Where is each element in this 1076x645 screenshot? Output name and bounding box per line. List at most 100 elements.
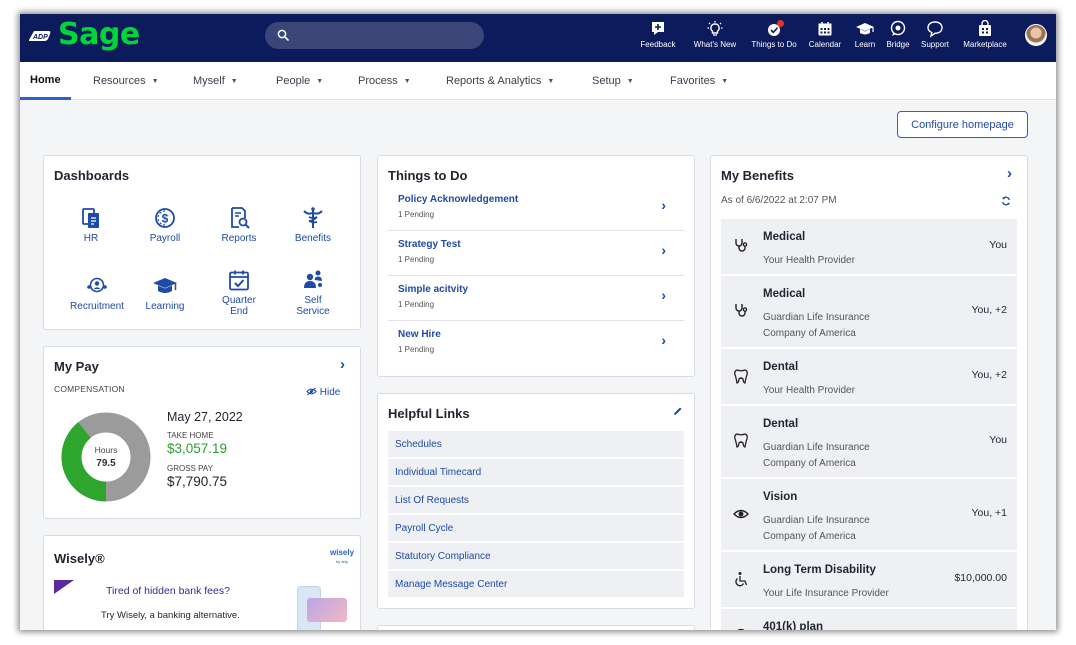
nav-reports-analytics[interactable]: Reports & Analytics ▼ bbox=[446, 62, 554, 100]
wisely-brand-triangle-icon bbox=[54, 580, 74, 594]
notification-badge bbox=[777, 20, 784, 27]
helpful-link[interactable]: Manage Message Center bbox=[388, 571, 684, 597]
things-to-do-title: Things to Do bbox=[388, 168, 468, 183]
benefit-item[interactable]: Dental Guardian Life Insurance Company o… bbox=[721, 406, 1017, 477]
edit-pencil-icon[interactable] bbox=[672, 406, 683, 417]
gross-pay-label: GROSS PAY bbox=[167, 464, 213, 473]
support-chat-icon bbox=[927, 21, 943, 38]
learn-button[interactable]: Learn bbox=[850, 18, 880, 58]
benefit-item[interactable]: Vision Guardian Life Insurance Company o… bbox=[721, 479, 1017, 550]
stethoscope-icon bbox=[735, 304, 748, 317]
dashboard-tile-payroll[interactable]: $ Payroll bbox=[127, 206, 203, 244]
chevron-right-icon[interactable]: › bbox=[340, 356, 345, 373]
marketplace-icon bbox=[979, 20, 991, 36]
wisely-headline[interactable]: Tired of hidden bank fees? bbox=[106, 585, 230, 597]
chevron-down-icon: ▼ bbox=[721, 77, 729, 85]
reports-magnifier-icon bbox=[231, 207, 250, 229]
helpful-link[interactable]: Payroll Cycle bbox=[388, 515, 684, 541]
helpful-link[interactable]: Schedules bbox=[388, 431, 684, 457]
wisely-body: Try Wisely, a banking alternative. bbox=[101, 610, 240, 621]
dashboard-tile-recruitment[interactable]: Recruitment bbox=[59, 274, 135, 312]
nav-process[interactable]: Process ▼ bbox=[358, 62, 411, 100]
user-avatar[interactable] bbox=[1025, 24, 1047, 46]
chevron-down-icon: ▼ bbox=[316, 77, 324, 85]
wisely-card-illustration bbox=[297, 586, 347, 630]
benefit-item[interactable]: Medical Guardian Life Insurance Company … bbox=[721, 276, 1017, 347]
dashboards-title: Dashboards bbox=[54, 168, 130, 183]
dashboard-tile-quarter-end[interactable]: Quarter End bbox=[201, 268, 277, 317]
chevron-down-icon: ▼ bbox=[547, 77, 555, 85]
whats-new-button[interactable]: What's New bbox=[692, 18, 738, 58]
chevron-down-icon: ▼ bbox=[230, 77, 238, 85]
dashboards-card: Dashboards HR $ Payroll Reports Benefits… bbox=[43, 155, 361, 330]
my-benefits-title: My Benefits bbox=[721, 168, 794, 183]
gross-pay-amount: $7,790.75 bbox=[167, 474, 228, 489]
todo-item[interactable]: Policy Acknowledgement 1 Pending › bbox=[388, 186, 684, 231]
feedback-icon bbox=[652, 22, 664, 35]
dashboard-tile-learning[interactable]: Learning bbox=[127, 274, 203, 312]
marketplace-button[interactable]: Marketplace bbox=[960, 18, 1010, 58]
helpful-link[interactable]: Individual Timecard bbox=[388, 459, 684, 485]
adp-logo[interactable]: ADP bbox=[26, 28, 52, 44]
chevron-right-icon: › bbox=[661, 287, 666, 303]
helpful-links-card: Helpful Links Schedules Individual Timec… bbox=[377, 393, 695, 609]
payroll-coin-icon: $ bbox=[155, 208, 175, 228]
take-home-amount: $3,057.19 bbox=[167, 441, 228, 456]
stethoscope-icon bbox=[735, 239, 748, 252]
helpful-link[interactable]: List Of Requests bbox=[388, 487, 684, 513]
my-benefits-card: My Benefits › As of 6/6/2022 at 2:07 PM … bbox=[710, 155, 1028, 630]
pay-date: May 27, 2022 bbox=[167, 410, 243, 424]
svg-text:$: $ bbox=[162, 212, 169, 226]
helpful-link[interactable]: Statutory Compliance bbox=[388, 543, 684, 569]
top-bar: ADP Sage Feedback What's New Things to D… bbox=[20, 14, 1056, 62]
todo-item[interactable]: New Hire 1 Pending › bbox=[388, 321, 684, 366]
bridge-button[interactable]: Bridge bbox=[884, 18, 912, 58]
tooth-icon bbox=[734, 369, 748, 384]
nav-favorites[interactable]: Favorites ▼ bbox=[670, 62, 728, 100]
helpful-links-title: Helpful Links bbox=[388, 406, 470, 421]
compensation-label: COMPENSATION bbox=[54, 384, 125, 394]
wisely-card: Wisely® wisely by adp Tired of hidden ba… bbox=[43, 535, 361, 630]
svg-text:ADP: ADP bbox=[32, 34, 48, 41]
wisely-logo: wisely by adp bbox=[330, 548, 355, 565]
calendar-button[interactable]: Calendar bbox=[806, 18, 844, 58]
refresh-icon[interactable] bbox=[1001, 196, 1011, 206]
benefit-item[interactable]: Dental Your Health Provider You, +2 bbox=[721, 349, 1017, 404]
benefits-caduceus-icon bbox=[303, 207, 323, 228]
chevron-right-icon: › bbox=[661, 332, 666, 348]
next-card-partial bbox=[377, 625, 695, 630]
nav-myself[interactable]: Myself ▼ bbox=[193, 62, 238, 100]
nav-home[interactable]: Home bbox=[20, 62, 71, 100]
sage-logo[interactable]: Sage bbox=[58, 17, 140, 52]
todo-item[interactable]: Simple acitvity 1 Pending › bbox=[388, 276, 684, 321]
nav-people[interactable]: People ▼ bbox=[276, 62, 323, 100]
dashboard-tile-benefits[interactable]: Benefits bbox=[275, 206, 351, 244]
bridge-chat-icon bbox=[890, 20, 906, 36]
chevron-down-icon: ▼ bbox=[626, 77, 634, 85]
search-icon bbox=[277, 29, 289, 41]
nav-setup[interactable]: Setup ▼ bbox=[592, 62, 634, 100]
dashboard-tile-reports[interactable]: Reports bbox=[201, 206, 277, 244]
calendar-check-icon bbox=[229, 270, 249, 291]
benefit-item[interactable]: Medical Your Health Provider You bbox=[721, 219, 1017, 274]
benefit-item[interactable]: 401(k) plan bbox=[721, 609, 1017, 630]
tooth-icon bbox=[734, 433, 748, 448]
self-service-people-icon bbox=[304, 270, 322, 288]
support-button[interactable]: Support bbox=[918, 18, 952, 58]
nav-resources[interactable]: Resources ▼ bbox=[93, 62, 159, 100]
things-to-do-card: Things to Do Policy Acknowledgement 1 Pe… bbox=[377, 155, 695, 377]
configure-homepage-button[interactable]: Configure homepage bbox=[897, 111, 1028, 138]
calendar-icon bbox=[818, 22, 832, 36]
dashboard-tile-self-service[interactable]: Self Service bbox=[275, 268, 351, 317]
hide-pay-link[interactable]: Hide bbox=[306, 387, 340, 398]
things-to-do-button[interactable]: Things to Do bbox=[749, 18, 799, 58]
feedback-button[interactable]: Feedback bbox=[639, 18, 677, 58]
recruitment-people-icon bbox=[87, 277, 107, 293]
dashboard-tile-hr[interactable]: HR bbox=[53, 206, 129, 244]
todo-item[interactable]: Strategy Test 1 Pending › bbox=[388, 231, 684, 276]
search-input[interactable] bbox=[265, 22, 484, 49]
benefit-item[interactable]: Long Term Disability Your Life Insurance… bbox=[721, 552, 1017, 607]
chevron-down-icon: ▼ bbox=[403, 77, 411, 85]
chevron-right-icon[interactable]: › bbox=[1007, 165, 1012, 182]
pay-donut-chart: Hours 79.5 bbox=[61, 412, 151, 502]
